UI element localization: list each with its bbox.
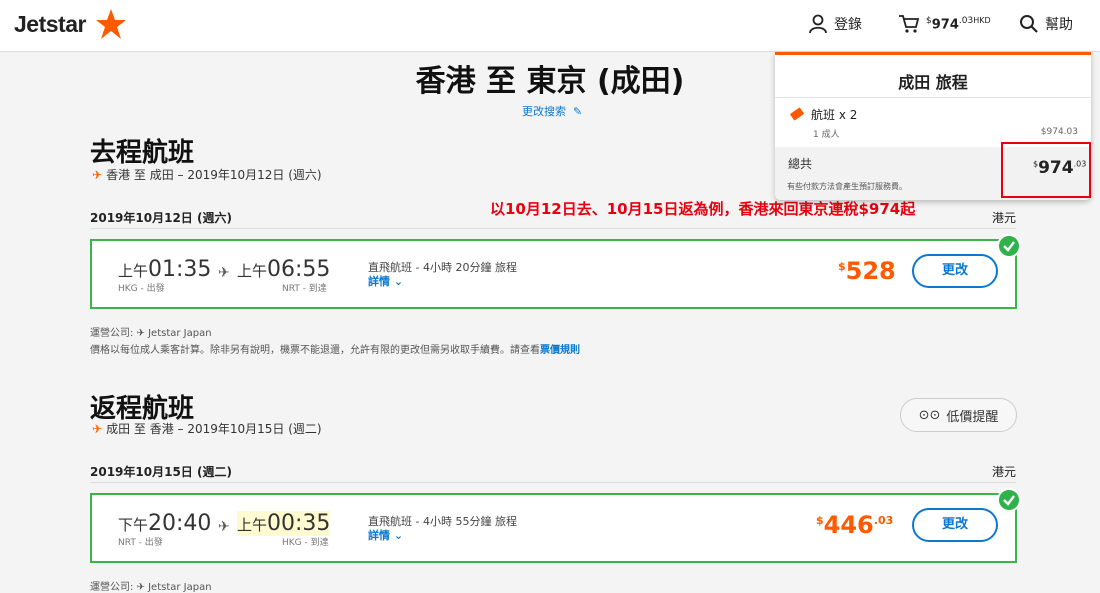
cart-icon [899, 15, 920, 33]
cart-total-label: 總共 [788, 157, 813, 171]
ticket-icon [790, 107, 804, 121]
cart-item-amount: $974.03 [1040, 127, 1078, 137]
cart-total: $974.03HKD [926, 15, 991, 33]
check-icon [997, 488, 1021, 512]
cart-total-highlight: $974.03 [1001, 142, 1091, 198]
check-icon [997, 234, 1021, 258]
jetstar-logo[interactable]: Jetstar [14, 11, 86, 38]
departure-time: 下午20:40 [118, 511, 212, 536]
chevron-down-icon: ⌄ [393, 529, 404, 542]
outbound-date-header: 2019年10月12日 (週六) [90, 211, 232, 225]
outbound-flight-card[interactable]: 上午01:35 HKG - 出發 ✈ 上午06:55 NRT - 到達 直飛航班… [90, 239, 1017, 309]
arrival-time: 上午00:35 [237, 511, 331, 536]
fare-note: 價格以每位成人乘客計算。除非另有說明，機票不能退還，允許有限的更改但需另收取手續… [90, 345, 580, 356]
inbound-flight-card[interactable]: 下午20:40 NRT - 出發 ✈ 上午00:35 HKG - 到達 直飛航班… [90, 493, 1017, 563]
fare-rules-link[interactable]: 票價規則 [540, 345, 580, 356]
help-label: 幫助 [1045, 17, 1073, 33]
inbound-date-header: 2019年10月15日 (週二) [90, 465, 232, 479]
divider [90, 228, 1016, 229]
outbound-currency: 港元 [991, 211, 1016, 225]
chevron-down-icon: ⌄ [393, 275, 404, 288]
user-icon [809, 14, 827, 34]
departure-time: 上午01:35 [118, 257, 212, 282]
cart-total-amount: $974.03 [1033, 158, 1087, 178]
login-label: 登錄 [834, 17, 862, 33]
arrival-airport: HKG - 到達 [282, 538, 329, 548]
annotation-text: 以10月12日去、10月15日返為例，香港來回東京連稅$974起 [490, 200, 916, 218]
fare-price: $446.03 [816, 511, 894, 539]
cart-item-label: 航班 x 2 [811, 108, 858, 122]
divider [90, 482, 1016, 483]
change-button[interactable]: 更改 [912, 508, 998, 542]
plane-icon: ✈ [218, 519, 230, 535]
cart-panel-title: 成田 旅程 [898, 73, 968, 92]
outbound-route: ✈ 香港 至 成田 – 2019年10月12日 (週六) [92, 168, 322, 182]
price-alert-button[interactable]: ⊙⊙ 低價提醒 [900, 398, 1017, 432]
binoculars-icon: ⊙⊙ [918, 407, 941, 423]
details-link[interactable]: 詳情 ⌄ [368, 273, 403, 289]
cart-button[interactable]: $974.03HKD [898, 14, 991, 34]
arrival-airport: NRT - 到達 [282, 284, 327, 294]
help-link[interactable]: 幫助 [1019, 14, 1073, 34]
cart-fee-note: 有些付款方法會產生預訂服務費。 [787, 182, 907, 191]
search-icon [1020, 15, 1038, 33]
departure-airport: NRT - 出發 [118, 538, 163, 548]
change-button[interactable]: 更改 [912, 254, 998, 288]
cart-dropdown: 成田 旅程 航班 x 2 1 成人 $974.03 總共 有些付款方法會產生預訂… [775, 52, 1091, 200]
operator-text: 運營公司: ✈ Jetstar Japan [90, 328, 212, 339]
modify-search-link[interactable]: 更改搜索 ✎ [522, 103, 582, 119]
plane-icon: ✈ [218, 265, 230, 281]
departure-airport: HKG - 出發 [118, 284, 165, 294]
plane-icon: ✈ [92, 168, 103, 182]
details-link[interactable]: 詳情 ⌄ [368, 527, 403, 543]
arrival-time: 上午06:55 [237, 257, 331, 282]
divider [775, 97, 1091, 98]
inbound-route: ✈ 成田 至 香港 – 2019年10月15日 (週二) [92, 422, 322, 436]
cart-pax: 1 成人 [813, 130, 840, 140]
modify-search-label: 更改搜索 [522, 105, 566, 118]
inbound-currency: 港元 [991, 465, 1016, 479]
top-bar: Jetstar 登錄 $974.03HKD 幫助 [0, 0, 1100, 52]
operator-text: 運營公司: ✈ Jetstar Japan [90, 582, 212, 593]
star-logo-icon [96, 9, 126, 39]
login-link[interactable]: 登錄 [808, 14, 862, 34]
plane-icon: ✈ [92, 422, 103, 436]
fare-price: $528 [838, 257, 896, 285]
outbound-title: 去程航班 [90, 138, 195, 168]
pencil-icon: ✎ [569, 105, 583, 118]
